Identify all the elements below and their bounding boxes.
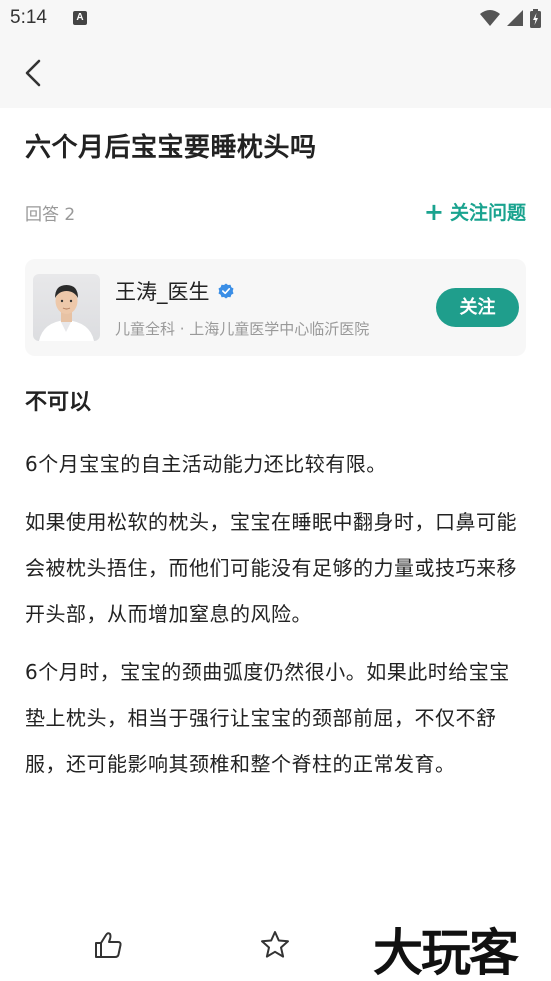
doctor-name: 王涛_医生 xyxy=(115,280,210,304)
doctor-avatar[interactable] xyxy=(33,274,100,341)
doctor-portrait-icon xyxy=(39,285,94,341)
doctor-card[interactable]: 王涛_医生 儿童全科 · 上海儿童医学中心临沂医院 关注 xyxy=(25,259,526,356)
answer-paragraph: 如果使用松软的枕头，宝宝在睡眠中翻身时，口鼻可能会被枕头捂住，而他们可能没有足够… xyxy=(25,510,517,626)
wifi-icon xyxy=(480,10,500,26)
doctor-name-row: 王涛_医生 xyxy=(115,276,234,306)
battery-charging-icon xyxy=(530,8,541,28)
answer-content: 不可以 6个月宝宝的自主活动能力还比较有限。 如果使用松软的枕头，宝宝在睡眠中翻… xyxy=(25,383,525,799)
verified-badge-icon xyxy=(218,283,233,299)
notification-a-icon: A xyxy=(73,11,87,25)
favorite-button[interactable] xyxy=(259,929,291,961)
star-icon xyxy=(261,931,289,958)
follow-doctor-button[interactable]: 关注 xyxy=(436,288,519,327)
question-title: 六个月后宝宝要睡枕头吗 xyxy=(25,133,317,163)
status-bar: 5:14 A xyxy=(0,0,551,38)
back-button[interactable] xyxy=(18,56,50,90)
follow-question-button[interactable]: + 关注问题 xyxy=(424,198,526,225)
answer-heading: 不可以 xyxy=(25,390,92,415)
watermark-logo: 大玩客 xyxy=(373,924,519,981)
answer-paragraph: 6个月时，宝宝的颈曲弧度仍然很小。如果此时给宝宝垫上枕头，相当于强行让宝宝的颈部… xyxy=(25,660,510,776)
answer-count: 回答 2 xyxy=(25,205,76,225)
status-time: 5:14 xyxy=(10,7,47,28)
follow-question-label: 关注问题 xyxy=(449,202,526,224)
doctor-department-hospital: 儿童全科 · 上海儿童医学中心临沂医院 xyxy=(115,320,370,338)
status-icons xyxy=(480,8,541,28)
bottom-action-bar: 大玩客 xyxy=(0,903,551,981)
thumbs-up-icon xyxy=(95,932,122,958)
plus-icon: + xyxy=(423,197,444,226)
answer-paragraph: 6个月宝宝的自主活动能力还比较有限。 xyxy=(25,452,387,476)
like-button[interactable] xyxy=(92,929,124,961)
signal-icon xyxy=(507,10,523,26)
nav-bar xyxy=(0,38,551,108)
chevron-left-icon xyxy=(25,59,41,87)
